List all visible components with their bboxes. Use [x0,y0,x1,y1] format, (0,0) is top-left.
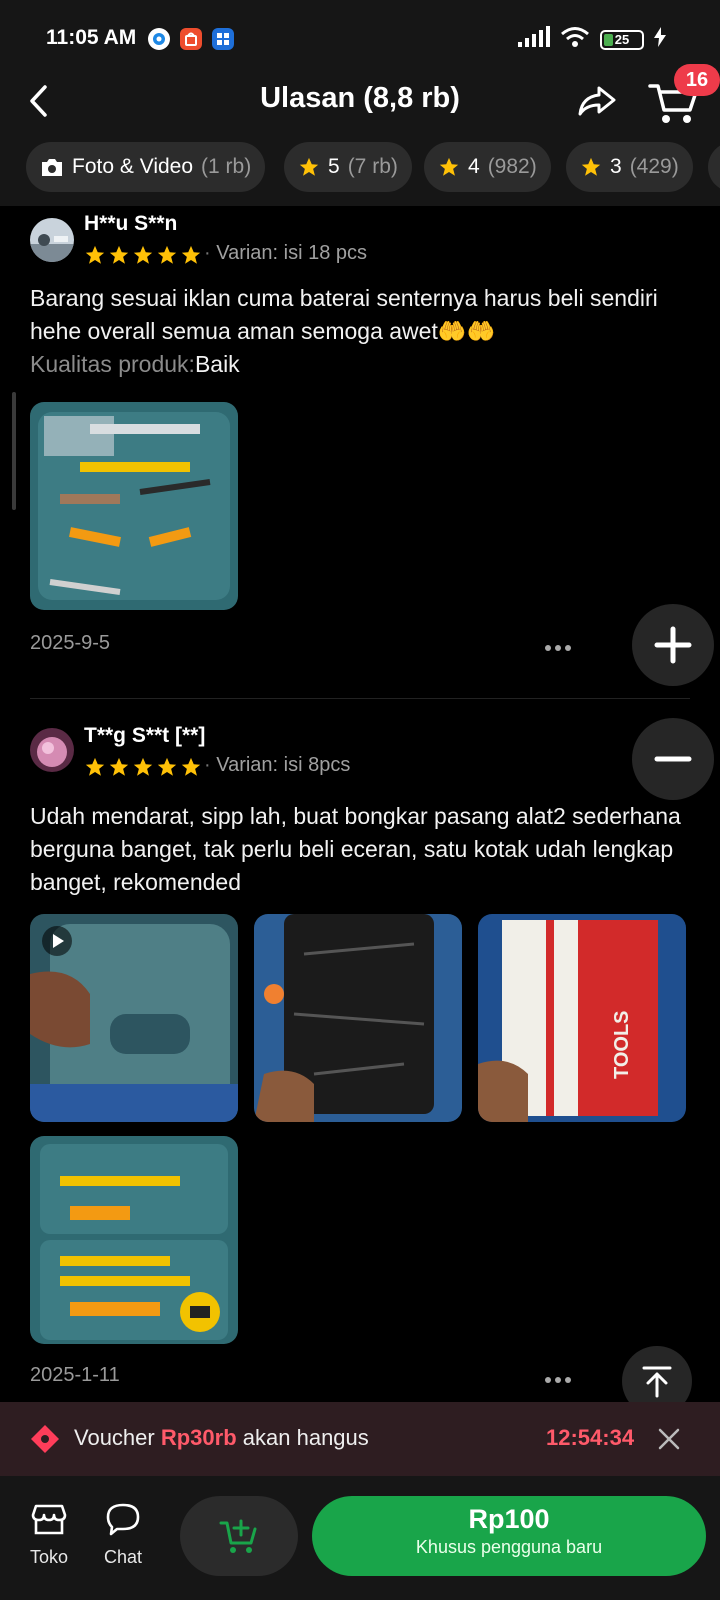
star-icon [181,245,201,264]
store-icon [31,1504,67,1535]
bottom-action-bar: Toko Chat Rp100 Khusus pengguna baru [0,1476,720,1600]
play-icon [42,926,72,956]
grid-app-icon [212,28,234,50]
filter-count: (982) [487,155,537,178]
review-text: Barang sesuai iklan cuma baterai sentern… [30,282,690,381]
minus-icon [654,756,692,762]
review-photo[interactable] [30,1136,238,1344]
zoom-in-button[interactable] [632,604,714,686]
more-options-button[interactable] [540,1370,580,1390]
star-icon [299,157,319,176]
buy-subtitle: Khusus pengguna baru [415,1537,603,1557]
status-time: 11:05 AM [46,26,137,49]
filter-row: Foto & Video (1 rb) 5 (7 rb) 4 (982) 3 (… [0,140,720,206]
filter-chip-4-star[interactable]: 4 (982) [424,142,551,192]
shopping-app-icon [180,28,202,50]
voucher-suffix: akan hangus [242,1425,369,1450]
review-photo[interactable]: TOOLS [478,914,686,1122]
filter-chip-photo-video[interactable]: Foto & Video (1 rb) [26,142,266,192]
voucher-countdown: 12:54:34 [546,1425,635,1450]
zoom-out-button[interactable] [632,718,714,800]
shop-label: Toko [29,1547,69,1567]
buy-price: Rp100 [468,1504,550,1534]
filter-label: 5 [328,155,340,178]
add-cart-icon [219,1519,257,1553]
notification-app-icon [148,28,170,50]
review-date: 2025-9-5 [30,632,111,654]
battery-level: 25 [614,31,630,47]
voucher-prefix: Voucher [74,1425,155,1450]
more-icon [545,645,571,651]
star-icon [133,757,153,776]
status-bar: 11:05 AM 25 [0,0,720,62]
more-icon [545,1377,571,1383]
signal-icon [518,26,550,53]
quality-value: Baik [194,351,240,377]
star-icon [157,245,177,264]
review-body: Udah mendarat, sipp lah, buat bongkar pa… [30,803,681,895]
camera-icon [42,159,62,176]
star-icon [439,157,459,176]
review-photo[interactable] [30,402,238,610]
close-icon [658,1428,680,1450]
review-variant: · Varian: isi 18 pcs [204,242,368,264]
chat-icon [106,1503,140,1536]
buy-now-button[interactable]: Rp100 Khusus pengguna baru [312,1496,706,1576]
share-icon [578,86,616,116]
variant-text: Varian: isi 18 pcs [216,242,368,264]
arrow-up-icon [642,1366,672,1398]
review-text: Udah mendarat, sipp lah, buat bongkar pa… [30,800,690,899]
voucher-message: Voucher Rp30rb akan hangus [74,1425,369,1451]
reviewer-name: H**u S**n [84,212,178,235]
voucher-amount: Rp30rb [160,1425,237,1450]
star-icon [181,757,201,776]
header: Ulasan (8,8 rb) [0,62,720,140]
review-divider [30,698,690,699]
filter-chip-more[interactable] [708,142,720,192]
star-icon [85,245,105,264]
voucher-icon [30,1424,60,1454]
tools-label-text: TOOLS [611,1010,633,1079]
avatar[interactable] [30,728,74,772]
more-options-button[interactable] [540,638,580,658]
shop-button[interactable]: Toko [14,1502,84,1568]
chat-label: Chat [103,1547,143,1567]
filter-label: 4 [468,155,480,178]
star-icon [133,245,153,264]
share-button[interactable] [574,78,620,124]
rating-stars [84,244,202,266]
star-icon [157,757,177,776]
voucher-close-button[interactable] [656,1426,682,1452]
review-variant: · Varian: isi 8pcs [204,754,351,776]
star-icon [109,757,129,776]
filter-chip-5-star[interactable]: 5 (7 rb) [284,142,412,192]
star-icon [109,245,129,264]
filter-count: (1 rb) [201,155,252,178]
star-icon [581,157,601,176]
filter-count: (7 rb) [347,155,398,178]
cart-count-badge: 16 [674,64,720,96]
plus-icon [654,626,692,664]
review-date: 2025-1-11 [30,1364,120,1386]
filter-count: (429) [629,155,679,178]
battery-icon: 25 [600,29,644,50]
charging-icon [654,27,666,52]
wifi-icon [560,26,590,53]
filter-chip-3-star[interactable]: 3 (429) [566,142,693,192]
review-body: Barang sesuai iklan cuma baterai sentern… [30,285,658,344]
review-photo[interactable] [254,914,462,1122]
rating-stars [84,756,202,778]
scroll-indicator[interactable] [12,392,16,510]
filter-label: Foto & Video [72,155,194,178]
chat-button[interactable]: Chat [88,1502,158,1568]
star-icon [85,757,105,776]
variant-text: Varian: isi 8pcs [216,754,351,776]
filter-label: 3 [610,155,622,178]
avatar[interactable] [30,218,74,262]
review-video[interactable] [30,914,238,1122]
voucher-bar[interactable]: Voucher Rp30rb akan hangus 12:54:34 [0,1402,720,1476]
quality-label: Kualitas produk: [30,351,195,377]
reviewer-name: T**g S**t [**] [84,724,206,747]
add-to-cart-button[interactable] [180,1496,298,1576]
